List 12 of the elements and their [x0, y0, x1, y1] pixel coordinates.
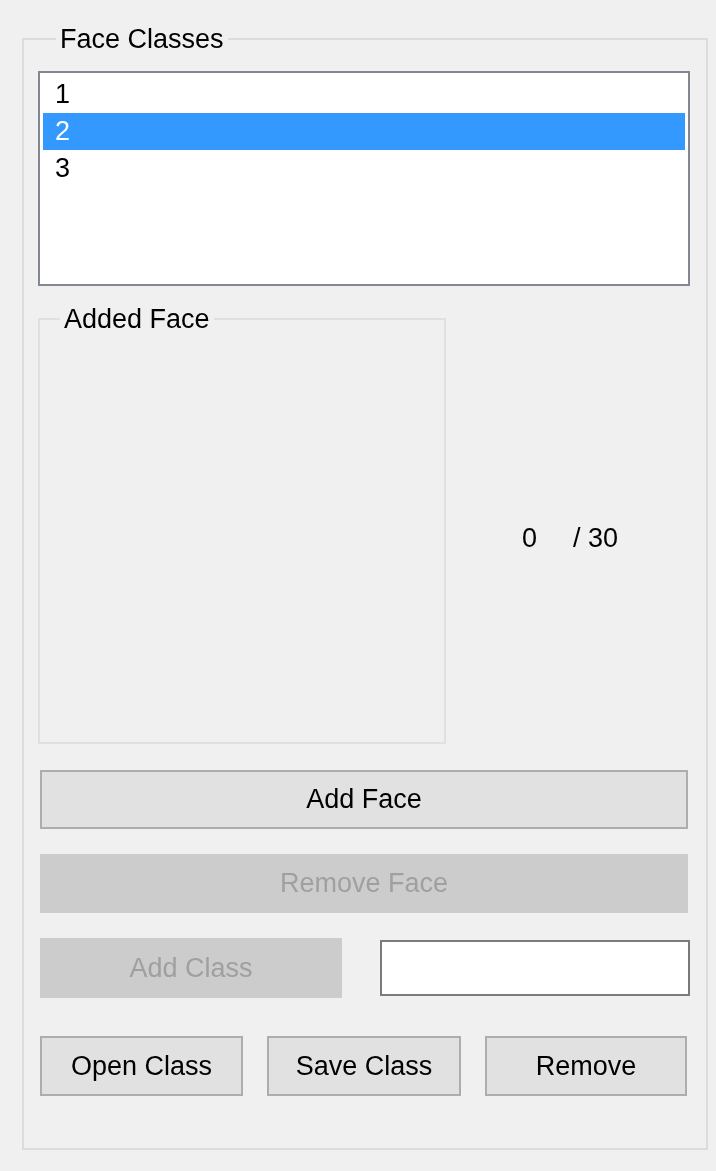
list-item[interactable]: 1 — [43, 76, 685, 113]
face-total: / 30 — [573, 522, 619, 554]
list-item[interactable]: 3 — [43, 150, 685, 187]
panel-title: Added Face — [63, 304, 211, 334]
class-list[interactable]: 1 2 3 — [38, 71, 690, 286]
action-button[interactable]: Save Class — [267, 1036, 461, 1096]
action-button[interactable]: Remove — [485, 1036, 687, 1096]
action-button[interactable]: Open Class — [40, 1036, 243, 1096]
action-button[interactable]: Add Face — [40, 770, 688, 829]
group-title: Face Classes — [59, 24, 225, 54]
face-count: 0 — [522, 522, 538, 554]
class-name-field[interactable] — [380, 940, 690, 996]
